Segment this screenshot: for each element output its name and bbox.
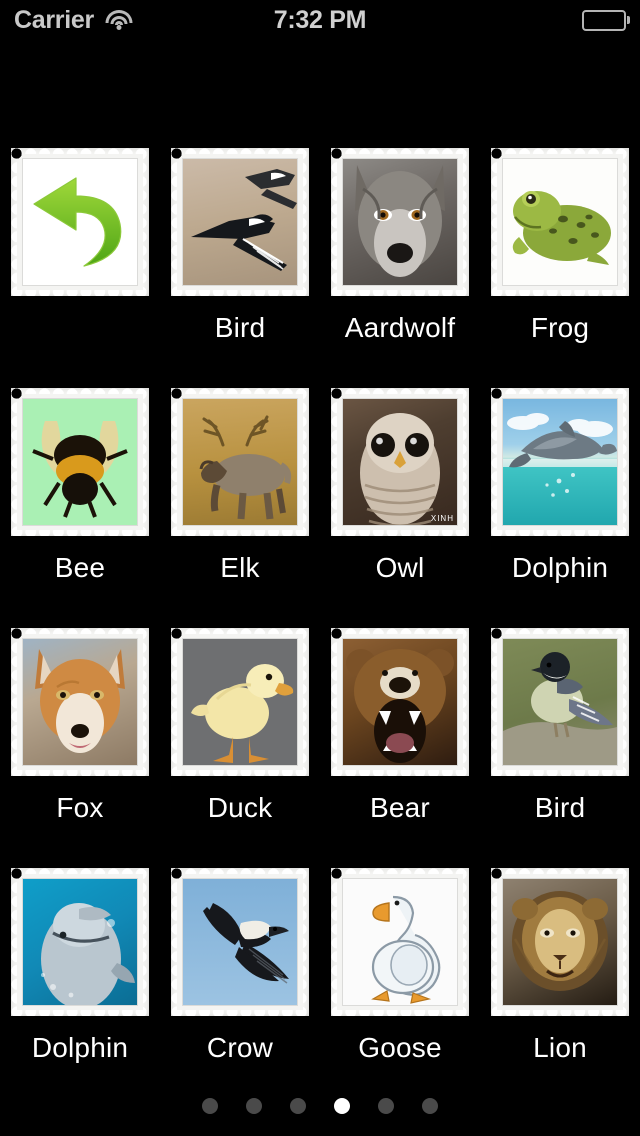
stamp-cell[interactable]: Goose — [320, 868, 480, 1064]
stamp-cell[interactable]: Dolphin — [0, 868, 160, 1064]
stamp-image — [23, 639, 137, 765]
page-dot[interactable] — [202, 1098, 218, 1114]
stamp-image — [343, 879, 457, 1005]
animal-artwork — [183, 399, 297, 525]
stamp-label: Elk — [220, 552, 260, 583]
animal-artwork — [503, 159, 617, 285]
page-dot[interactable] — [246, 1098, 262, 1114]
stamp-cell[interactable]: Elk — [160, 388, 320, 584]
status-bar-right — [582, 9, 630, 31]
stamp-label: Dolphin — [511, 552, 609, 583]
stamp-image — [183, 159, 297, 285]
stamp-image — [183, 639, 297, 765]
stamp-image — [23, 879, 137, 1005]
stamp-cell[interactable]: Crow — [160, 868, 320, 1064]
battery-icon — [582, 9, 630, 31]
page-dot[interactable] — [334, 1098, 350, 1114]
animal-artwork — [343, 639, 457, 765]
stamp-frame[interactable] — [171, 868, 309, 1016]
stamp-frame[interactable] — [171, 628, 309, 776]
page-dot[interactable] — [422, 1098, 438, 1114]
stamp-label: Owl — [375, 552, 425, 583]
stamp-frame[interactable] — [11, 388, 149, 536]
animal-artwork — [503, 399, 617, 525]
image-watermark: XINH — [430, 514, 454, 523]
stamp-label: Crow — [206, 1032, 274, 1063]
stamp-frame[interactable] — [11, 628, 149, 776]
stamp-image — [343, 159, 457, 285]
status-bar: Carrier 7:32 PM — [0, 0, 640, 40]
stamp-label: Bird — [214, 312, 266, 343]
animal-artwork — [343, 159, 457, 285]
stamp-cell[interactable]: Bird — [160, 148, 320, 344]
stamp-cell[interactable]: Bird — [480, 628, 640, 824]
stamp-cell[interactable]: XINH Owl — [320, 388, 480, 584]
stamp-image — [183, 879, 297, 1005]
stamp-image — [503, 879, 617, 1005]
stamp-frame[interactable]: XINH — [331, 388, 469, 536]
stamp-cell[interactable]: Fox — [0, 628, 160, 824]
stamp-cell[interactable]: Bear — [320, 628, 480, 824]
stamp-label: Aardwolf — [344, 312, 456, 343]
stamp-frame[interactable] — [331, 868, 469, 1016]
stamp-cell[interactable]: Dolphin — [480, 388, 640, 584]
stamp-label: Frog — [530, 312, 590, 343]
stamp-frame[interactable] — [331, 628, 469, 776]
stamp-image — [23, 399, 137, 525]
stamp-label: Bee — [54, 552, 106, 583]
stamp-image: XINH — [343, 399, 457, 525]
animal-artwork — [503, 639, 617, 765]
back-button[interactable] — [0, 148, 160, 312]
stamp-frame[interactable] — [11, 148, 149, 296]
animal-artwork — [23, 879, 137, 1005]
stamp-image — [183, 399, 297, 525]
animal-artwork — [183, 879, 297, 1005]
animal-artwork — [503, 879, 617, 1005]
stamp-frame[interactable] — [331, 148, 469, 296]
stamp-label: Dolphin — [31, 1032, 129, 1063]
stamp-label: Lion — [533, 1032, 587, 1063]
stamp-frame[interactable] — [171, 388, 309, 536]
stamp-frame[interactable] — [491, 388, 629, 536]
page-dot[interactable] — [290, 1098, 306, 1114]
animal-artwork — [183, 639, 297, 765]
animal-artwork: XINH — [343, 399, 457, 525]
stamp-image — [503, 639, 617, 765]
stamp-frame[interactable] — [171, 148, 309, 296]
stamp-label: Duck — [207, 792, 273, 823]
page-dot[interactable] — [378, 1098, 394, 1114]
stamp-label: Goose — [358, 1032, 442, 1063]
stamp-frame[interactable] — [491, 148, 629, 296]
stamp-cell[interactable]: Bee — [0, 388, 160, 584]
stamp-image — [343, 639, 457, 765]
stamp-cell[interactable]: Frog — [480, 148, 640, 344]
stamp-label: Bird — [534, 792, 586, 823]
stamp-frame[interactable] — [11, 868, 149, 1016]
status-bar-time: 7:32 PM — [273, 5, 367, 34]
stamp-image — [23, 159, 137, 285]
animal-artwork — [343, 879, 457, 1005]
page-indicator[interactable] — [0, 1098, 640, 1114]
animal-artwork — [23, 639, 137, 765]
stamp-cell[interactable]: Aardwolf — [320, 148, 480, 344]
stamp-image — [503, 399, 617, 525]
stamp-frame[interactable] — [491, 868, 629, 1016]
animal-artwork — [23, 399, 137, 525]
stamp-label: Bear — [370, 792, 430, 823]
stamp-cell[interactable]: Lion — [480, 868, 640, 1064]
stamp-image — [503, 159, 617, 285]
back-arrow-glyph — [33, 177, 122, 267]
back-arrow-icon — [23, 159, 137, 285]
stamp-label: Fox — [56, 792, 104, 823]
stamp-frame[interactable] — [491, 628, 629, 776]
animal-artwork — [183, 159, 297, 285]
stamp-cell[interactable]: Duck — [160, 628, 320, 824]
